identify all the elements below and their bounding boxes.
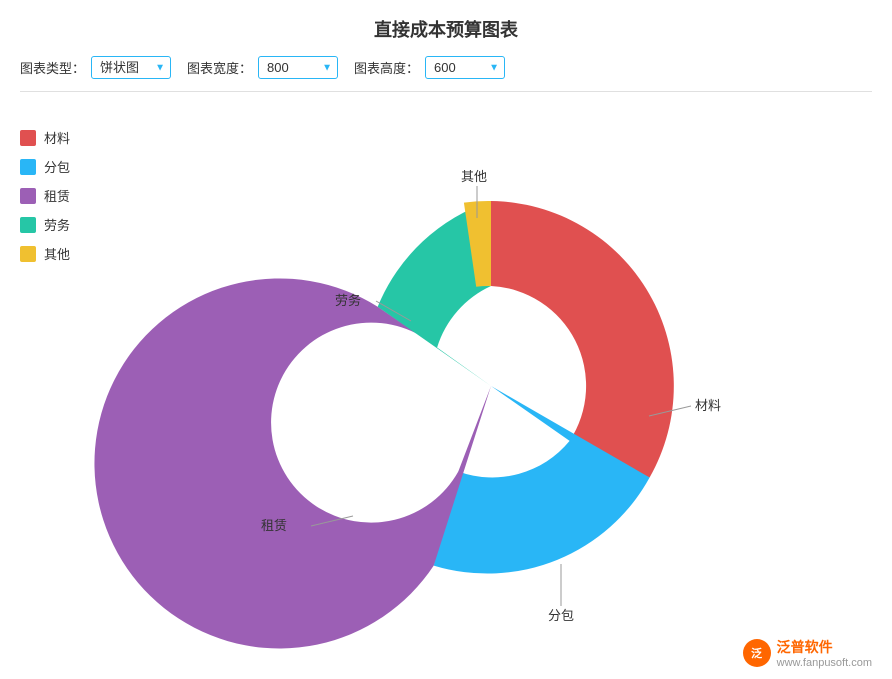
legend-label-labor: 劳务 (44, 215, 70, 234)
watermark-company: 泛普软件 (777, 637, 872, 657)
legend-item-material: 材料 (20, 128, 100, 147)
legend-item-other: 其他 (20, 244, 100, 263)
watermark-url: www.fanpusoft.com (777, 657, 872, 669)
page-container: 直接成本预算图表 图表类型： 饼状图 柱状图 折线图 ▼ 图表宽度： 600 7… (0, 0, 892, 679)
legend-color-rental (20, 188, 36, 204)
legend: 材料 分包 租赁 劳务 其他 (20, 108, 100, 663)
chart-type-label: 图表类型： (20, 58, 85, 77)
legend-label-rental: 租赁 (44, 186, 70, 205)
watermark-logo-text: 泛 (751, 645, 762, 661)
legend-color-other (20, 246, 36, 262)
legend-item-rental: 租赁 (20, 186, 100, 205)
chart-height-select-wrapper: 400 500 600 700 800 ▼ (425, 56, 505, 79)
chart-width-select[interactable]: 600 700 800 900 1000 (258, 56, 338, 79)
page-title: 直接成本预算图表 (20, 16, 872, 42)
legend-color-subcontract (20, 159, 36, 175)
toolbar: 图表类型： 饼状图 柱状图 折线图 ▼ 图表宽度： 600 700 800 90… (20, 56, 872, 92)
legend-label-other: 其他 (44, 244, 70, 263)
chart-label-material: 材料 (695, 398, 721, 413)
chart-type-select[interactable]: 饼状图 柱状图 折线图 (91, 56, 171, 79)
chart-width-label: 图表宽度： (187, 58, 252, 77)
chart-type-select-wrapper: 饼状图 柱状图 折线图 ▼ (91, 56, 171, 79)
chart-label-labor: 劳务 (335, 293, 361, 308)
watermark-text-block: 泛普软件 www.fanpusoft.com (777, 637, 872, 669)
watermark-logo: 泛 (743, 639, 771, 667)
chart-label-other: 其他 (461, 169, 487, 184)
legend-label-material: 材料 (44, 128, 70, 147)
main-content: 材料 分包 租赁 劳务 其他 (20, 108, 872, 663)
legend-label-subcontract: 分包 (44, 157, 70, 176)
chart-width-select-wrapper: 600 700 800 900 1000 ▼ (258, 56, 338, 79)
chart-label-rental: 租赁 (261, 518, 287, 533)
chart-area: 材料 分包 租赁 劳务 其他 (110, 108, 872, 663)
segment-material (491, 201, 674, 478)
chart-label-subcontract: 分包 (548, 608, 574, 623)
chart-height-item: 图表高度： 400 500 600 700 800 ▼ (354, 56, 505, 79)
chart-height-label: 图表高度： (354, 58, 419, 77)
donut-chart: 材料 分包 租赁 劳务 其他 (181, 146, 801, 626)
watermark: 泛 泛普软件 www.fanpusoft.com (743, 637, 872, 669)
chart-type-item: 图表类型： 饼状图 柱状图 折线图 ▼ (20, 56, 171, 79)
chart-height-select[interactable]: 400 500 600 700 800 (425, 56, 505, 79)
legend-item-subcontract: 分包 (20, 157, 100, 176)
chart-width-item: 图表宽度： 600 700 800 900 1000 ▼ (187, 56, 338, 79)
legend-color-labor (20, 217, 36, 233)
legend-color-material (20, 130, 36, 146)
legend-item-labor: 劳务 (20, 215, 100, 234)
